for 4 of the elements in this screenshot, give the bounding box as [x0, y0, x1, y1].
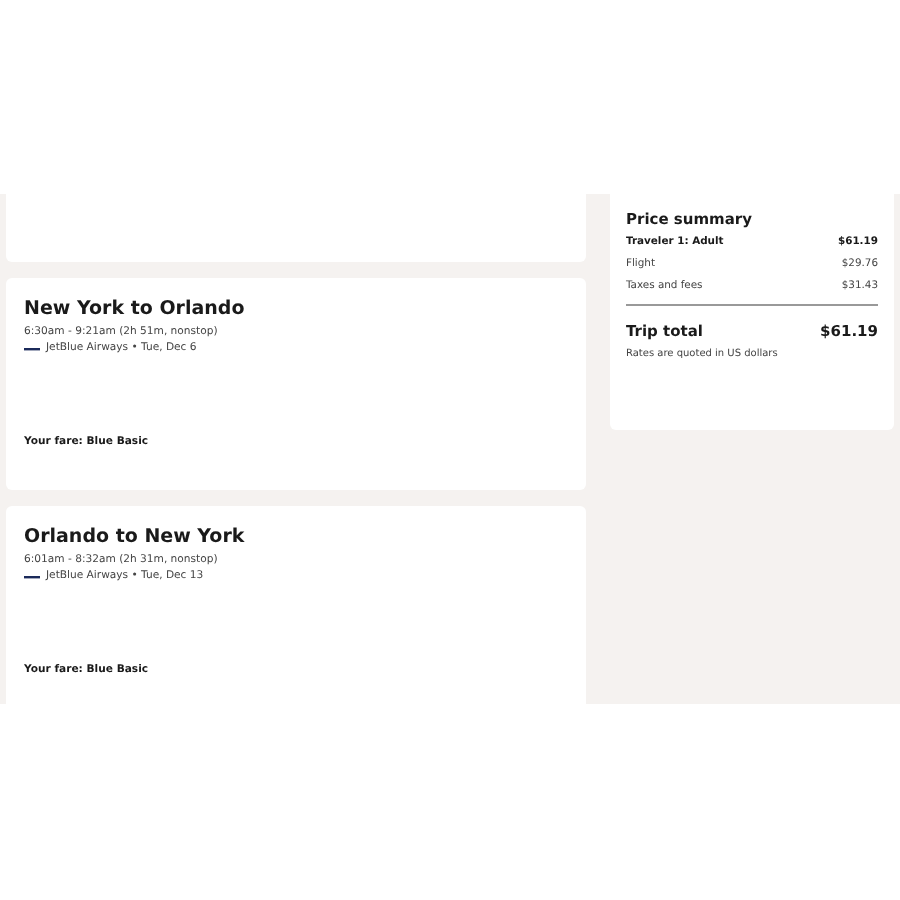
flight-title: New York to Orlando: [24, 298, 247, 320]
airline-logo-icon: [24, 573, 40, 579]
flight-title: Orlando to New York: [24, 526, 247, 548]
airline-logo-icon: [24, 345, 40, 351]
